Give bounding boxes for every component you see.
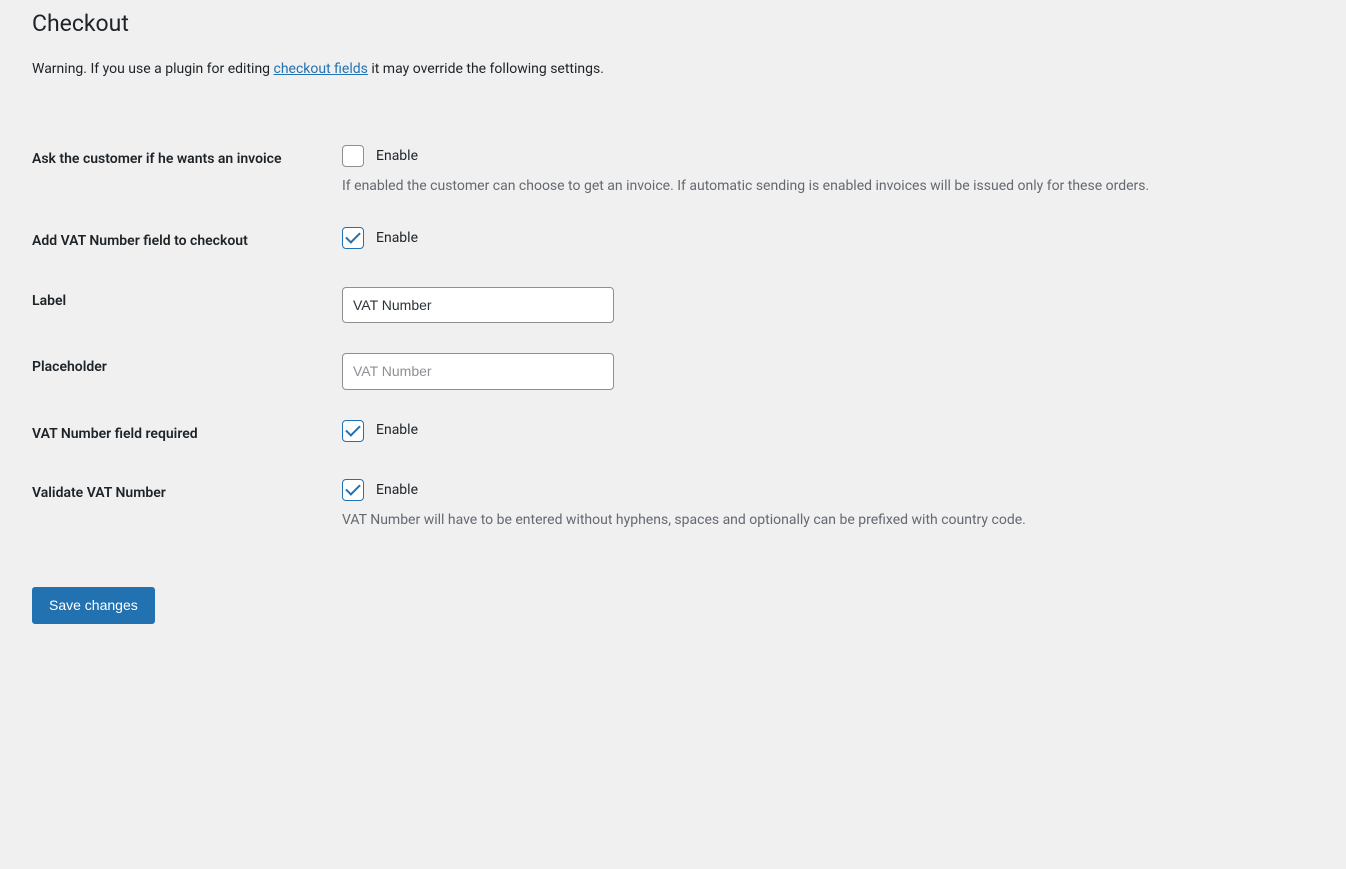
add-vat-label: Add VAT Number field to checkout bbox=[32, 212, 332, 272]
validate-vat-description: VAT Number will have to be entered witho… bbox=[342, 509, 1302, 531]
vat-label-label: Label bbox=[32, 272, 332, 338]
vat-label-input[interactable] bbox=[342, 287, 614, 323]
ask-invoice-label: Ask the customer if he wants an invoice bbox=[32, 130, 332, 212]
warning-prefix: Warning. If you use a plugin for editing bbox=[32, 61, 274, 77]
page-title: Checkout bbox=[32, 10, 1326, 37]
vat-placeholder-label: Placeholder bbox=[32, 338, 332, 404]
settings-form-table: Ask the customer if he wants an invoice … bbox=[32, 130, 1326, 547]
ask-invoice-checkbox-label[interactable]: Enable bbox=[376, 146, 418, 167]
add-vat-checkbox-label[interactable]: Enable bbox=[376, 228, 418, 249]
save-changes-button[interactable]: Save changes bbox=[32, 587, 155, 625]
checkout-fields-link[interactable]: checkout fields bbox=[274, 61, 368, 77]
ask-invoice-description: If enabled the customer can choose to ge… bbox=[342, 175, 1302, 197]
vat-required-checkbox[interactable] bbox=[342, 420, 364, 442]
validate-vat-checkbox[interactable] bbox=[342, 479, 364, 501]
vat-required-label: VAT Number field required bbox=[32, 405, 332, 465]
vat-required-checkbox-label[interactable]: Enable bbox=[376, 420, 418, 441]
warning-text: Warning. If you use a plugin for editing… bbox=[32, 59, 1326, 80]
validate-vat-checkbox-label[interactable]: Enable bbox=[376, 480, 418, 501]
add-vat-checkbox[interactable] bbox=[342, 227, 364, 249]
vat-placeholder-input[interactable] bbox=[342, 353, 614, 389]
warning-suffix: it may override the following settings. bbox=[368, 61, 604, 77]
validate-vat-label: Validate VAT Number bbox=[32, 464, 332, 546]
ask-invoice-checkbox[interactable] bbox=[342, 145, 364, 167]
